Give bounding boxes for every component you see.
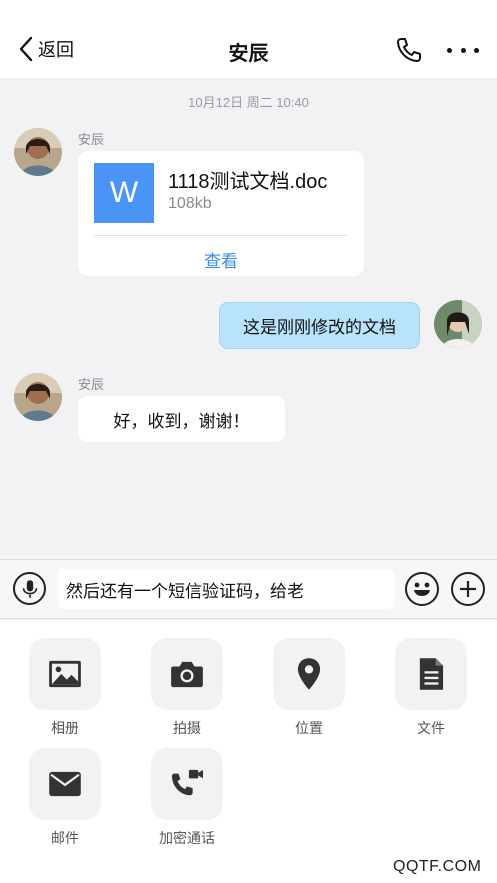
video-call-icon xyxy=(151,748,223,820)
tool-camera[interactable]: 拍摄 xyxy=(127,638,247,738)
view-file-button[interactable]: 查看 xyxy=(78,247,364,272)
tool-label: 邮件 xyxy=(51,830,79,846)
attachment-panel: 相册 拍摄 位置 文件 邮件 加密通话 xyxy=(0,620,497,883)
word-file-icon: W xyxy=(94,163,154,223)
tool-label: 相册 xyxy=(51,720,79,736)
camera-icon xyxy=(151,638,223,710)
chat-timestamp: 10月12日 周二 10:40 xyxy=(188,95,309,110)
file-size: 108kb xyxy=(168,195,212,212)
plus-icon[interactable] xyxy=(451,572,485,606)
tool-label: 加密通话 xyxy=(159,830,215,846)
watermark: QQTF.COM xyxy=(393,858,482,875)
tool-label: 位置 xyxy=(295,720,323,736)
outgoing-message-bubble[interactable]: 这是刚刚修改的文档 xyxy=(219,302,420,349)
sender-name: 安辰 xyxy=(78,377,105,392)
message-input-bar xyxy=(0,559,497,619)
incoming-message-bubble[interactable]: 好，收到，谢谢！ xyxy=(78,396,285,442)
location-pin-icon xyxy=(273,638,345,710)
tool-encrypted-call[interactable]: 加密通话 xyxy=(127,748,247,848)
nav-header: 返回 安辰 xyxy=(0,0,497,78)
microphone-icon[interactable] xyxy=(13,572,46,605)
smiley-icon[interactable] xyxy=(405,572,439,606)
divider xyxy=(94,235,348,236)
file-message-card[interactable]: W 1118测试文档.doc 108kb 查看 xyxy=(78,151,364,276)
avatar-contact[interactable] xyxy=(14,128,62,176)
tool-file[interactable]: 文件 xyxy=(371,638,491,738)
avatar-self[interactable] xyxy=(434,300,482,348)
file-name: 1118测试文档.doc xyxy=(168,171,328,193)
more-dots-icon[interactable] xyxy=(447,40,479,60)
tool-label: 文件 xyxy=(417,720,445,736)
sender-name: 安辰 xyxy=(78,132,105,147)
tool-label: 拍摄 xyxy=(173,720,201,736)
document-icon xyxy=(395,638,467,710)
tool-mail[interactable]: 邮件 xyxy=(5,748,125,848)
avatar-contact[interactable] xyxy=(14,373,62,421)
tool-location[interactable]: 位置 xyxy=(249,638,369,738)
mail-icon xyxy=(29,748,101,820)
image-icon xyxy=(29,638,101,710)
message-text-input[interactable] xyxy=(58,569,394,609)
phone-icon[interactable] xyxy=(395,36,423,64)
tool-album[interactable]: 相册 xyxy=(5,638,125,738)
